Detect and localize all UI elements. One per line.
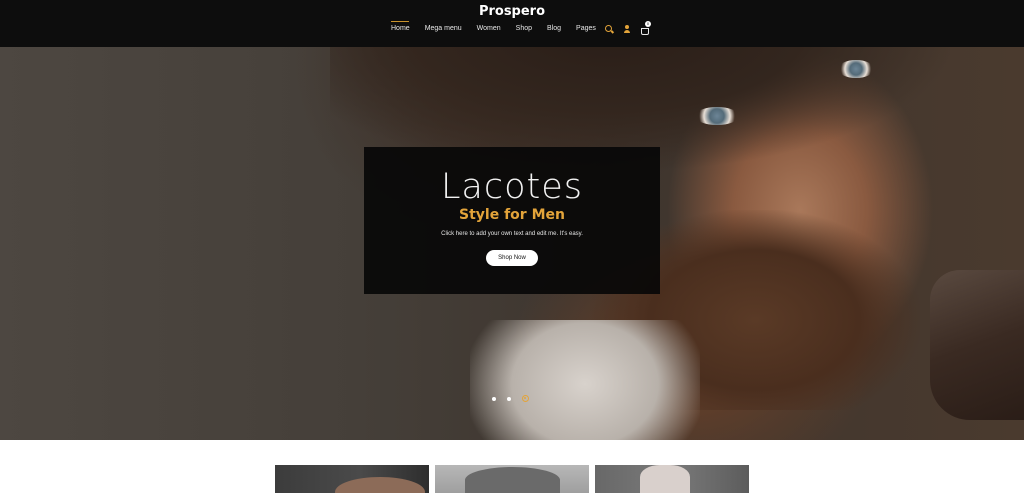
hero-title: Lacotes [440, 167, 584, 207]
search-icon[interactable] [605, 25, 615, 35]
category-card-image-2[interactable] [435, 465, 589, 493]
nav-item-home[interactable]: Home [391, 21, 410, 39]
category-card-image-1[interactable] [275, 465, 429, 493]
hero-image-strap [930, 270, 1024, 420]
nav-item-shop[interactable]: Shop [516, 25, 532, 39]
shop-now-button[interactable]: Shop Now [486, 250, 538, 266]
nav-item-women[interactable]: Women [477, 25, 501, 39]
hero-caption-box: Lacotes Style for Men Click here to add … [364, 147, 660, 294]
cart-count-badge: 0 [645, 21, 651, 27]
slider-dot-3[interactable] [522, 395, 529, 402]
hero-image-shirt [470, 320, 700, 440]
site-logo[interactable]: Prospero [0, 4, 1024, 19]
nav-item-pages[interactable]: Pages [576, 25, 596, 39]
site-header: Prospero Home Mega menu Women Shop Blog … [0, 0, 1024, 47]
main-nav: Home Mega menu Women Shop Blog Pages 0 [391, 21, 651, 39]
header-icons: 0 [605, 21, 651, 35]
hero-subtitle: Style for Men [459, 207, 565, 223]
nav-item-blog[interactable]: Blog [547, 25, 561, 39]
slider-dots [492, 395, 529, 402]
hero-text: Click here to add your own text and edit… [441, 231, 583, 237]
user-icon[interactable] [623, 25, 633, 35]
slider-dot-2[interactable] [507, 396, 511, 401]
cart-icon[interactable]: 0 [641, 21, 651, 35]
slider-dot-1[interactable] [492, 396, 496, 401]
category-card-image-3[interactable] [595, 465, 749, 493]
hero-image-eye-right [838, 60, 874, 78]
nav-item-mega-menu[interactable]: Mega menu [425, 25, 462, 39]
hero-image-eye-left [695, 107, 739, 125]
category-cards [275, 465, 750, 493]
